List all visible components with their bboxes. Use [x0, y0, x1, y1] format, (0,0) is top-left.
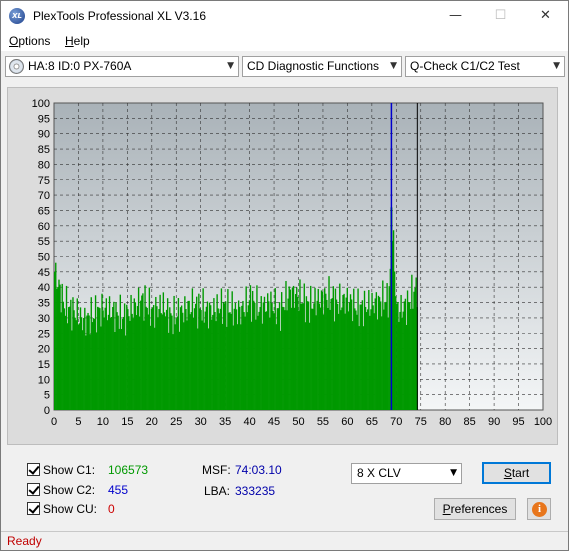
disc-drive-icon: [9, 59, 24, 74]
cu-value: 0: [108, 502, 115, 516]
menu-options-label: ptions: [18, 34, 51, 48]
function-select[interactable]: CD Diagnostic Functions ▼: [242, 56, 402, 77]
drive-select-value: HA:8 ID:0 PX-760A: [28, 59, 132, 73]
chevron-down-icon: ▼: [390, 61, 397, 71]
x-tick-label: 60: [341, 416, 353, 428]
y-tick-label: 50: [38, 252, 50, 264]
preferences-label: references: [450, 502, 508, 516]
app-logo-icon: XL: [9, 8, 25, 24]
lba-label: LBA:: [204, 484, 231, 498]
menu-options[interactable]: Options: [9, 34, 50, 48]
msf-value: 74:03.10: [235, 463, 282, 477]
x-tick-label: 75: [415, 416, 427, 428]
function-select-value: CD Diagnostic Functions: [247, 59, 380, 73]
y-tick-label: 40: [38, 282, 50, 294]
info-icon: i: [532, 502, 547, 517]
c1c2-chart: 0510152025303540455055606570758085909510…: [32, 98, 553, 428]
drive-select[interactable]: HA:8 ID:0 PX-760A ▼: [5, 56, 239, 77]
y-tick-label: 35: [38, 298, 50, 310]
y-tick-label: 80: [38, 159, 50, 171]
preferences-mnemonic: P: [442, 502, 451, 516]
y-tick-label: 10: [38, 374, 50, 386]
speed-select-value: 8 X CLV: [357, 466, 401, 480]
x-tick-label: 35: [219, 416, 231, 428]
x-tick-label: 55: [317, 416, 329, 428]
chevron-down-icon: ▼: [553, 61, 560, 71]
x-tick-label: 100: [534, 416, 552, 428]
y-tick-label: 55: [38, 236, 50, 248]
y-tick-label: 60: [38, 221, 50, 233]
menu-bar: Options Help: [1, 31, 568, 51]
x-tick-label: 30: [195, 416, 207, 428]
y-tick-label: 100: [32, 98, 50, 110]
x-tick-label: 80: [439, 416, 451, 428]
x-tick-label: 15: [121, 416, 133, 428]
y-tick-label: 0: [44, 405, 50, 417]
status-bar: Ready: [1, 531, 568, 550]
y-tick-label: 65: [38, 205, 50, 217]
start-label: tart: [511, 466, 530, 480]
y-tick-label: 25: [38, 328, 50, 340]
y-tick-label: 20: [38, 344, 50, 356]
x-tick-label: 20: [146, 416, 158, 428]
test-select-value: Q-Check C1/C2 Test: [410, 59, 520, 73]
menu-help[interactable]: Help: [65, 34, 90, 48]
minimize-button[interactable]: —: [433, 1, 478, 31]
x-tick-label: 5: [75, 416, 81, 428]
x-tick-label: 40: [243, 416, 255, 428]
test-select[interactable]: Q-Check C1/C2 Test ▼: [405, 56, 565, 77]
x-tick-label: 85: [464, 416, 476, 428]
menu-help-mnemonic: H: [65, 34, 74, 48]
y-tick-label: 95: [38, 113, 50, 125]
show-c1-label: Show C1:: [43, 463, 96, 477]
preferences-button[interactable]: Preferences: [434, 498, 516, 520]
show-c2-label: Show C2:: [43, 483, 96, 497]
y-tick-label: 85: [38, 144, 50, 156]
maximize-button[interactable]: ☐: [478, 1, 523, 31]
x-tick-label: 65: [366, 416, 378, 428]
x-tick-label: 10: [97, 416, 109, 428]
menu-options-mnemonic: O: [9, 34, 19, 48]
start-mnemonic: S: [503, 466, 512, 480]
info-button[interactable]: i: [527, 498, 551, 520]
close-button[interactable]: ✕: [523, 1, 568, 31]
chevron-down-icon: ▼: [450, 468, 457, 478]
y-tick-label: 5: [44, 390, 50, 402]
x-tick-label: 90: [488, 416, 500, 428]
app-window: XL PlexTools Professional XL V3.16 — ☐ ✕…: [0, 0, 569, 551]
c1-value: 106573: [108, 463, 149, 477]
chart-panel: 0 5 10 15 20 25 30 35 40 45 50 55 60 65 70 75 80 85 90 95 10…: [7, 87, 558, 445]
x-tick-label: 25: [170, 416, 182, 428]
x-tick-label: 45: [268, 416, 280, 428]
y-tick-label: 90: [38, 129, 50, 141]
msf-label: MSF:: [202, 463, 231, 477]
lba-value: 333235: [235, 484, 276, 498]
x-tick-label: 0: [51, 416, 57, 428]
status-text: Ready: [7, 534, 42, 548]
y-tick-label: 70: [38, 190, 50, 202]
y-tick-label: 45: [38, 267, 50, 279]
checkbox-checked-icon: [27, 483, 40, 496]
y-tick-label: 75: [38, 175, 50, 187]
x-tick-label: 95: [512, 416, 524, 428]
title-bar: XL PlexTools Professional XL V3.16 — ☐ ✕: [1, 1, 568, 31]
y-tick-label: 15: [38, 359, 50, 371]
checkbox-checked-icon: [27, 463, 40, 476]
menu-help-label: elp: [73, 34, 90, 48]
x-tick-label: 70: [390, 416, 402, 428]
checkbox-checked-icon: [27, 502, 40, 515]
y-tick-label: 30: [38, 313, 50, 325]
start-button[interactable]: Start: [482, 462, 551, 484]
window-title: PlexTools Professional XL V3.16: [33, 9, 206, 23]
x-tick-label: 50: [292, 416, 304, 428]
speed-select[interactable]: 8 X CLV ▼: [351, 463, 462, 484]
c2-value: 455: [108, 483, 129, 497]
chevron-down-icon: ▼: [227, 61, 234, 71]
show-cu-label: Show CU:: [43, 502, 98, 516]
